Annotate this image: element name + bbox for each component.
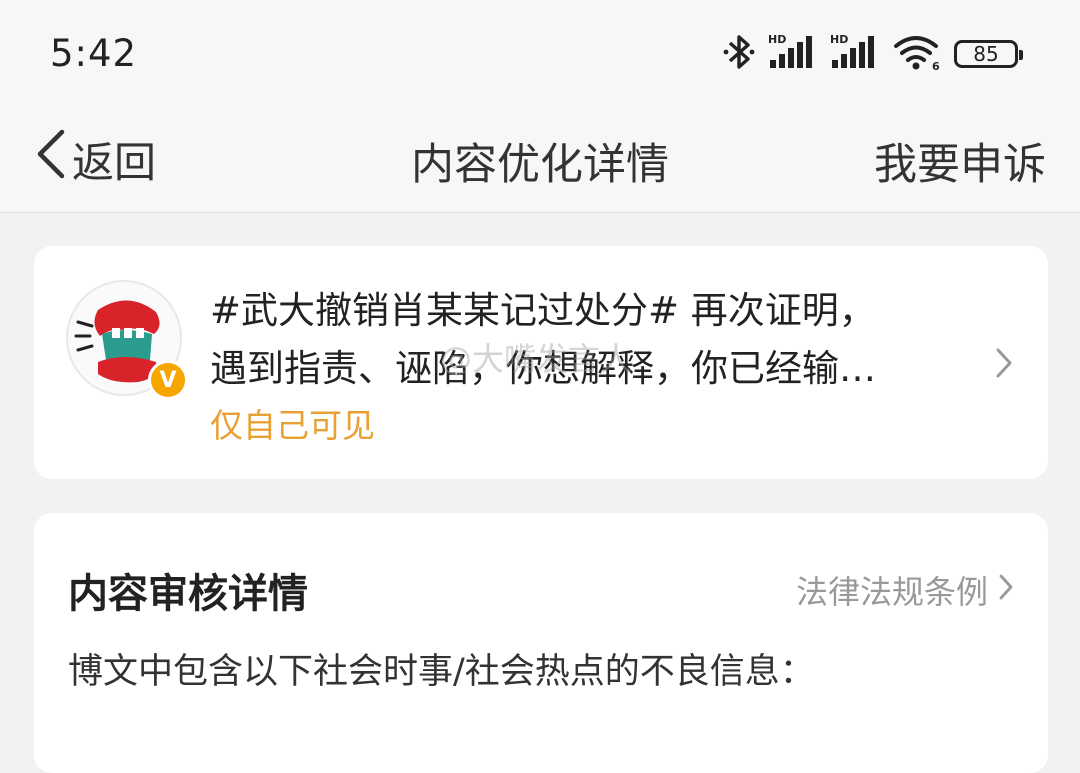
visibility-status: 仅自己可见 <box>210 406 375 445</box>
status-icons: HD HD 6 85 <box>722 32 1023 76</box>
battery-level: 85 <box>973 42 999 66</box>
battery-icon: 85 <box>954 40 1023 68</box>
law-link-label: 法律法规条例 <box>795 573 988 611</box>
svg-text:6: 6 <box>932 60 940 72</box>
chevron-right-icon <box>994 346 1014 384</box>
law-regulations-link[interactable]: 法律法规条例 <box>796 567 1014 613</box>
signal-hd-icon: HD <box>768 32 818 76</box>
review-details-card: 内容审核详情 法律法规条例 博文中包含以下社会时事/社会热点的不良信息： <box>34 513 1048 773</box>
review-body-text: 博文中包含以下社会时事/社会热点的不良信息： <box>68 652 815 692</box>
status-time: 5:42 <box>50 32 138 75</box>
svg-text:HD: HD <box>830 33 848 46</box>
bluetooth-icon <box>722 32 756 76</box>
review-title: 内容审核详情 <box>68 571 308 617</box>
status-bar: 5:42 HD HD 6 85 <box>0 0 1080 106</box>
appeal-button[interactable]: 我要申诉 <box>874 130 1046 192</box>
wifi-icon: 6 <box>892 32 942 76</box>
navigation-bar: 返回 内容优化详情 我要申诉 <box>0 106 1080 213</box>
avatar: V <box>66 280 188 400</box>
svg-text:HD: HD <box>768 33 786 46</box>
post-line-1: #武大撤销肖某某记过处分# 再次证明， <box>210 289 876 332</box>
post-excerpt: #武大撤销肖某某记过处分# 再次证明， 遇到指责、诬陷，你想解释，你已经输… <box>210 282 970 398</box>
verified-badge-icon: V <box>148 360 188 400</box>
post-line-2: 遇到指责、诬陷，你想解释，你已经输… <box>210 347 876 390</box>
post-card[interactable]: V #武大撤销肖某某记过处分# 再次证明， 遇到指责、诬陷，你想解释，你已经输…… <box>34 246 1048 479</box>
signal-hd-icon: HD <box>830 32 880 76</box>
chevron-right-icon <box>998 571 1014 609</box>
